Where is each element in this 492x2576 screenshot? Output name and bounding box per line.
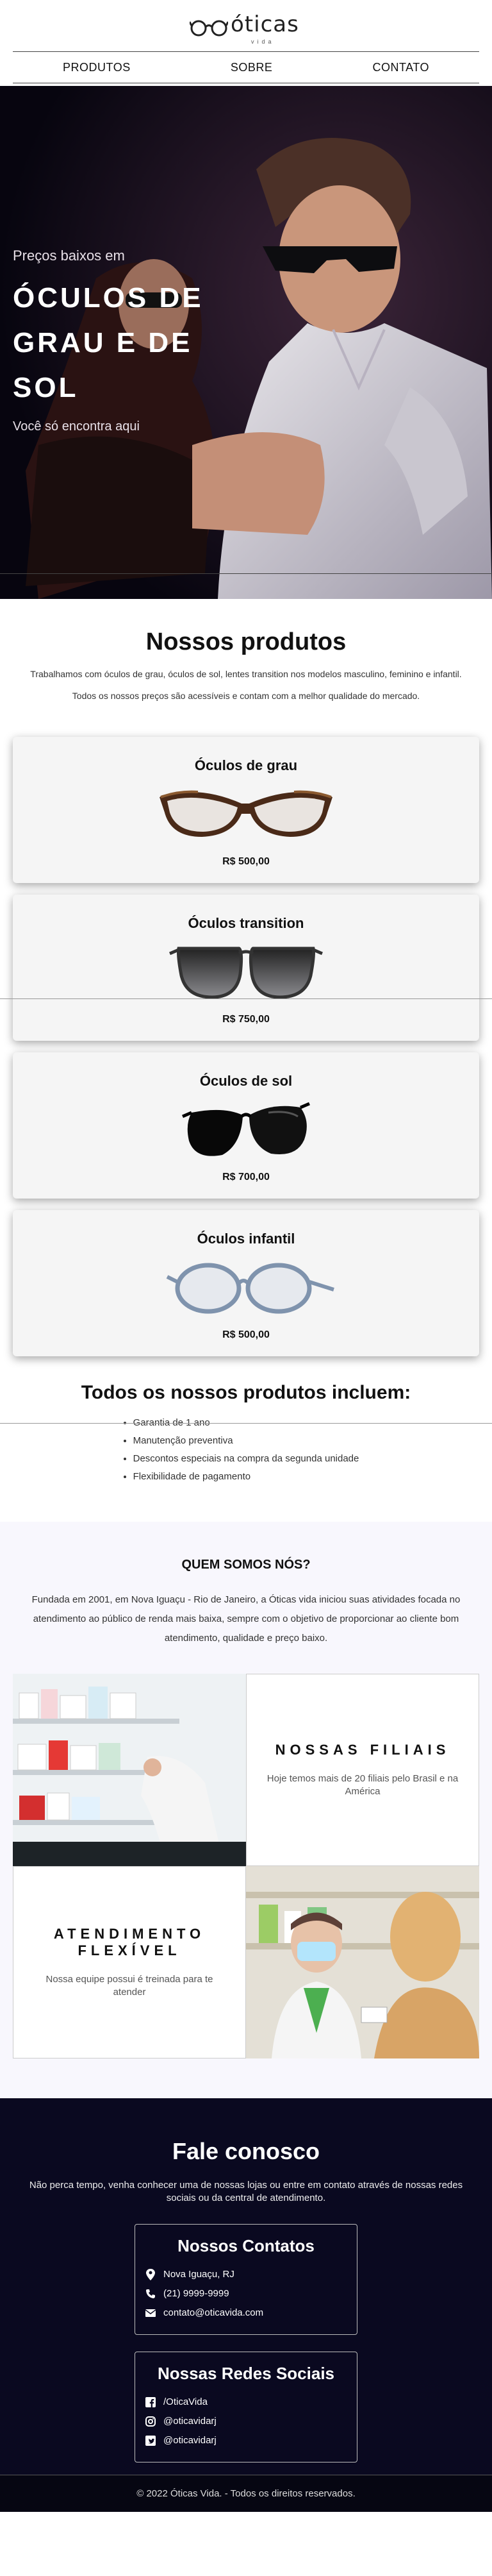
contact-location: Nova Iguaçu, RJ [145, 2265, 357, 2284]
product-card-transition[interactable]: Óculos transition R$ 750,00 [13, 895, 479, 1041]
product-card-infantil[interactable]: Óculos infantil R$ 500,00 [13, 1210, 479, 1356]
divider-line [0, 998, 492, 999]
list-item: Flexibilidade de pagamento [133, 1468, 359, 1486]
product-card-grau[interactable]: Óculos de grau R$ 500,00 [13, 737, 479, 883]
dark-gray-sunglasses-icon [169, 947, 323, 999]
nav-produtos[interactable]: PRODUTOS [63, 61, 131, 74]
contacts-title: Nossos Contatos [177, 2236, 315, 2255]
product-card-sol[interactable]: Óculos de sol R$ 700,00 [13, 1052, 479, 1199]
list-item: Descontos especiais na compra da segunda… [133, 1450, 359, 1468]
contact-phone[interactable]: (21) 9999-9999 [145, 2284, 357, 2303]
twitter-text: @oticavidarj [163, 2435, 217, 2446]
nav-contato[interactable]: CONTATO [372, 61, 429, 74]
nav-sobre[interactable]: SOBRE [231, 61, 273, 74]
envelope-icon [145, 2309, 156, 2317]
phone-icon [146, 2289, 155, 2298]
site-footer: © 2022 Óticas Vida. - Todos os direitos … [0, 2475, 492, 2512]
logo-subtitle: vida [251, 38, 275, 45]
products-section: Nossos produtos Trabalhamos com óculos d… [0, 599, 492, 1356]
phone-text: (21) 9999-9999 [163, 2288, 229, 2299]
social-instagram[interactable]: @oticavidarj [145, 2412, 357, 2431]
product-name: Óculos infantil [197, 1231, 295, 1247]
about-section: QUEM SOMOS NÓS? Fundada em 2001, em Nova… [0, 1522, 492, 2098]
includes-title: Todos os nossos produtos incluem: [81, 1382, 411, 1403]
product-cards: Óculos de grau R$ 500,00 Óculos transiti… [0, 737, 492, 1356]
products-title: Nossos produtos [145, 628, 347, 655]
site-header: óticas vida PRODUTOS SOBRE CONTATO [0, 0, 492, 86]
pharmacy-shelf-image [13, 1674, 246, 1866]
logo[interactable]: óticas vida [190, 12, 305, 46]
social-title: Nossas Redes Sociais [157, 2364, 335, 2383]
social-facebook[interactable]: /OticaVida [145, 2393, 357, 2412]
includes-list: Garantia de 1 ano Manutenção preventiva … [133, 1414, 359, 1486]
hero-banner: Preços baixos em ÓCULOS DE GRAU E DE SOL… [0, 86, 492, 599]
hero-title-line-2: GRAU E DE [13, 327, 193, 358]
service-tile: ATENDIMENTO FLEXÍVEL Nossa equipe possui… [13, 1866, 246, 2058]
hero-title: ÓCULOS DE GRAU E DE SOL [13, 276, 243, 410]
contacts-box: Nossos Contatos Nova Iguaçu, RJ (21) 999… [135, 2224, 357, 2335]
facebook-text: /OticaVida [163, 2396, 208, 2407]
product-name: Óculos transition [188, 915, 304, 931]
about-title: QUEM SOMOS NÓS? [181, 1558, 311, 1572]
black-round-sunglasses-icon [182, 1102, 310, 1156]
divider-line [0, 1423, 492, 1424]
contact-email[interactable]: contato@oticavida.com [145, 2303, 357, 2323]
instagram-text: @oticavidarj [163, 2416, 217, 2427]
contact-section: Fale conosco Não perca tempo, venha conh… [0, 2098, 492, 2512]
products-intro-prices: Todos os nossos preços são acessíveis e … [72, 691, 420, 701]
branches-tile: NOSSAS FILIAIS Hoje temos mais de 20 fil… [246, 1674, 479, 1866]
includes-section: Todos os nossos produtos incluem: Garant… [0, 1382, 492, 1522]
cat-eye-tortoise-glasses-icon [160, 790, 332, 837]
glasses-logo-icon [190, 20, 228, 37]
products-intro: Trabalhamos com óculos de grau, óculos d… [30, 669, 462, 679]
service-title: ATENDIMENTO FLEXÍVEL [53, 1926, 206, 1958]
product-price: R$ 500,00 [222, 856, 270, 867]
hero-text: Preços baixos em ÓCULOS DE GRAU E DE SOL… [13, 248, 243, 434]
branches-title: NOSSAS FILIAIS [275, 1742, 450, 1758]
hero-title-line-1: ÓCULOS DE [13, 282, 204, 314]
about-tiles: NOSSAS FILIAIS Hoje temos mais de 20 fil… [13, 1674, 479, 2058]
hero-title-line-3: SOL [13, 372, 79, 403]
product-name: Óculos de sol [199, 1073, 293, 1089]
social-twitter[interactable]: @oticavidarj [145, 2431, 357, 2450]
map-pin-icon [146, 2269, 155, 2280]
copyright-text: © 2022 Óticas Vida. - Todos os direitos … [136, 2488, 356, 2499]
product-name: Óculos de grau [194, 757, 298, 773]
branches-text: Hoje temos mais de 20 filiais pelo Brasi… [266, 1773, 459, 1797]
product-price: R$ 500,00 [222, 1329, 270, 1340]
email-text: contato@oticavida.com [163, 2307, 264, 2318]
pharmacist-customer-image [246, 1866, 479, 2058]
contact-title: Fale conosco [172, 2138, 320, 2164]
service-text: Nossa equipe possui é treinada para te a… [45, 1974, 213, 1998]
hero-divider [0, 573, 492, 574]
blue-gray-kids-glasses-icon [166, 1263, 334, 1314]
logo-wordmark: óticas [231, 12, 299, 37]
instagram-icon [145, 2416, 156, 2427]
hero-kicker: Preços baixos em [13, 248, 125, 264]
contact-intro: Não perca tempo, venha conhecer uma de n… [29, 2180, 463, 2203]
hero-tagline: Você só encontra aqui [13, 419, 140, 434]
social-box: Nossas Redes Sociais /OticaVida @oticavi… [135, 2352, 357, 2462]
main-nav: PRODUTOS SOBRE CONTATO [13, 51, 479, 83]
list-item: Manutenção preventiva [133, 1432, 359, 1450]
location-text: Nova Iguaçu, RJ [163, 2269, 234, 2280]
product-price: R$ 750,00 [222, 1014, 270, 1025]
facebook-icon [145, 2397, 156, 2407]
product-price: R$ 700,00 [222, 1172, 270, 1183]
twitter-icon [145, 2436, 156, 2446]
about-text: Fundada em 2001, em Nova Iguaçu - Rio de… [31, 1594, 461, 1644]
